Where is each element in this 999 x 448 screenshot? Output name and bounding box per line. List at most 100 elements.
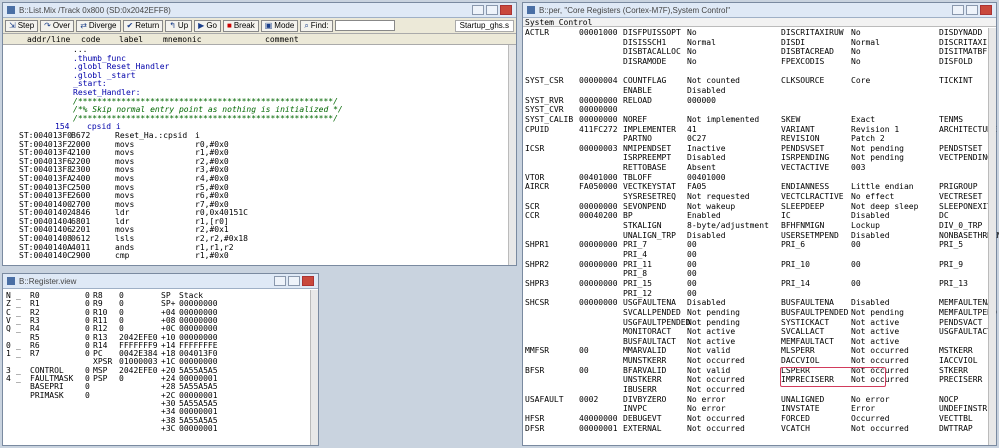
- core-cell: Revision 1: [851, 124, 900, 134]
- core-cell: Not active: [851, 336, 900, 346]
- core-cell: 000000: [687, 95, 716, 105]
- core-cell: Normal: [851, 37, 880, 47]
- minimize-icon[interactable]: [952, 5, 964, 15]
- core-cell: BUSFAULTPENDED: [781, 307, 849, 317]
- core-cell: 00: [579, 346, 589, 356]
- up-button[interactable]: ↰ Up: [165, 19, 193, 32]
- diverge-icon: ⇄: [80, 21, 87, 30]
- return-button[interactable]: ✔ Return: [122, 19, 164, 32]
- step-button[interactable]: ⇲ Step: [5, 19, 39, 32]
- find-icon: ⌕: [304, 20, 309, 30]
- core-cell: PRI_12: [623, 288, 652, 298]
- core-cell: Not occurred: [687, 423, 745, 433]
- core-cell: 003: [851, 163, 866, 173]
- core-cell: Not active: [687, 336, 736, 346]
- core-cell: UNALIGN_TRP: [623, 230, 676, 240]
- core-cell: SYSRESETREQ: [623, 192, 676, 202]
- list-scrollbar[interactable]: [508, 45, 516, 265]
- core-cell: VCATCH: [781, 423, 810, 433]
- list-body[interactable]: ... .thumb_func .globl Reset_Handler .globl…: [3, 45, 516, 261]
- col-comment: comment: [265, 35, 299, 44]
- col-label: label: [119, 35, 144, 44]
- core-cell: 00: [687, 278, 697, 288]
- close-icon[interactable]: [980, 5, 992, 15]
- core-cell: CCR: [525, 211, 540, 221]
- core-window-titlebar: B::per, "Core Registers (Cortex-M7F),Sys…: [523, 3, 996, 18]
- core-cell: 00: [687, 249, 697, 259]
- flag-value: _: [16, 374, 21, 383]
- core-cell: USGFAULTACT: [939, 327, 992, 337]
- find-button[interactable]: ⌕ Find:: [300, 19, 333, 32]
- return-icon: ✔: [126, 21, 134, 30]
- maximize-icon[interactable]: [486, 5, 498, 15]
- close-icon[interactable]: [302, 276, 314, 286]
- go-button[interactable]: ▶ Go: [194, 19, 221, 32]
- core-scrollbar[interactable]: [988, 28, 996, 445]
- core-cell: No: [687, 47, 697, 57]
- core-cell: Not occurred: [687, 414, 745, 423]
- core-cell: RETTOBASE: [623, 163, 667, 173]
- list-column-header: addr/line code label mnemonic comment: [3, 34, 516, 45]
- core-cell: Little endian: [851, 182, 914, 192]
- core-cell: 41: [687, 124, 697, 134]
- window-controls[interactable]: [274, 276, 314, 286]
- core-cell: VECTACTIVE: [781, 163, 830, 173]
- core-cell: Inactive: [687, 143, 726, 153]
- core-cell: Not wakeup: [687, 201, 736, 211]
- register-scrollbar[interactable]: [310, 290, 318, 445]
- maximize-icon[interactable]: [966, 5, 978, 15]
- core-cell: UNDEFINSTR: [939, 404, 988, 414]
- minimize-icon[interactable]: [472, 5, 484, 15]
- core-cell: 00000000: [579, 114, 618, 124]
- core-cell: DIVBYZERO: [623, 394, 667, 404]
- maximize-icon[interactable]: [288, 276, 300, 286]
- core-cell: FA05: [687, 182, 707, 192]
- core-cell: VTOR: [525, 172, 545, 182]
- core-cell: Disabled: [687, 85, 726, 95]
- core-cell: NOREF: [623, 114, 648, 124]
- window-controls[interactable]: [472, 5, 512, 15]
- core-cell: No error: [851, 394, 890, 404]
- over-button[interactable]: ↷ Over: [40, 19, 75, 32]
- core-cell: CPUID: [525, 124, 550, 134]
- core-cell: VECTCLRACTIVE: [781, 192, 844, 202]
- system-control-tab[interactable]: System Control: [523, 18, 996, 27]
- core-cell: 00000000: [579, 95, 618, 105]
- core-cell: 00: [687, 259, 697, 269]
- diverge-button[interactable]: ⇄ Diverge: [76, 19, 121, 32]
- core-cell: 00000001: [579, 423, 618, 433]
- operands: r1,#0x0: [195, 251, 229, 261]
- core-cell: 00000000: [579, 298, 618, 308]
- disasm-row[interactable]: ST:0040140C 2900 cmp r1,#0x0: [3, 252, 516, 261]
- minimize-icon[interactable]: [274, 276, 286, 286]
- mode-button[interactable]: ▣ Mode: [260, 19, 299, 32]
- core-cell: IC: [781, 211, 791, 221]
- core-cell: Not active: [851, 327, 900, 337]
- source-file-field: Startup_ghs.s: [454, 19, 514, 32]
- core-cell: PARTNO: [623, 134, 652, 144]
- break-button[interactable]: ■ Break: [222, 19, 259, 32]
- core-cell: Disabled: [687, 298, 726, 308]
- core-cell: VARIANT: [781, 124, 815, 134]
- core-cell: SLEEPONEXIT: [939, 201, 992, 211]
- close-icon[interactable]: [500, 5, 512, 15]
- register-body[interactable]: N _ Z _ C _ V _ Q _ 0 _ 1 _ 3 _ 4 _ R0 0 R1 0 R2 0 R3 0 R4 0 R5 0 R6 0 R…: [3, 289, 318, 444]
- core-cell: Not deep sleep: [851, 201, 919, 211]
- find-input[interactable]: [334, 20, 395, 31]
- core-cell: 00000000: [579, 259, 618, 269]
- source-line: /***************************************…: [3, 114, 516, 124]
- core-cell: PRI_14: [781, 278, 810, 288]
- over-icon: ↷: [44, 21, 51, 30]
- core-cell: DISBTACALLOC: [623, 47, 681, 57]
- window-controls[interactable]: [952, 5, 992, 15]
- core-cell: ENABLE: [623, 85, 652, 95]
- core-cell: INVPC: [623, 404, 648, 414]
- core-cell: ISRPREEMPT: [623, 153, 672, 163]
- core-cell: Not occurred: [851, 346, 909, 356]
- core-cell: 8-byte/adjustment: [687, 221, 769, 230]
- core-cell: DEBUGEVT: [623, 414, 662, 423]
- register-value: 2042EFE0: [119, 365, 158, 375]
- core-cell: Patch 2: [851, 134, 885, 144]
- core-cell: DISISSCH1: [623, 37, 667, 47]
- core-cell: SVCALLPENDED: [623, 307, 681, 317]
